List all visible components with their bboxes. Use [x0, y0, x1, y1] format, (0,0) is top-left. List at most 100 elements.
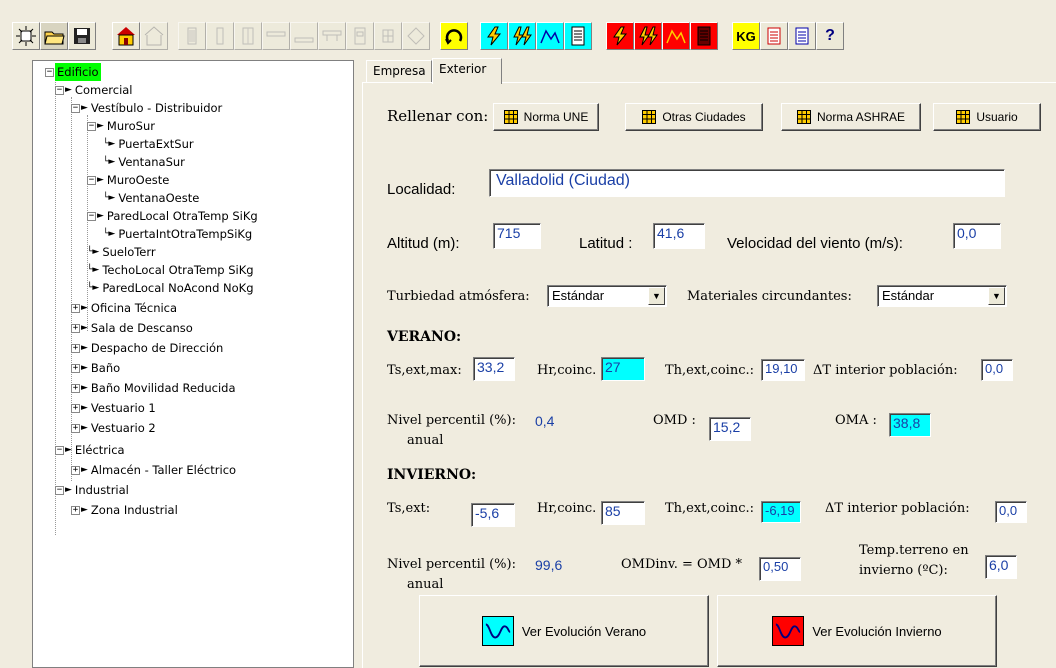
usuario-button[interactable]: Usuario	[933, 103, 1041, 131]
norma-une-button[interactable]: Norma UNE	[493, 103, 599, 131]
kg-icon[interactable]: KG	[732, 22, 760, 50]
wall-icon[interactable]	[178, 22, 206, 50]
location-field[interactable]: Valladolid (Ciudad)	[489, 169, 1005, 197]
tree-node[interactable]: └► ParedLocal NoAcond NoKg	[87, 279, 254, 297]
otras-ciudades-button[interactable]: Otras Ciudades	[625, 103, 763, 131]
ground-temp-label: Temp.terreno en	[859, 543, 969, 558]
winter-report-icon[interactable]	[690, 22, 718, 50]
tree-node[interactable]: + ► Vestuario 1	[71, 399, 156, 417]
tree-node[interactable]: − ► MuroOeste	[87, 171, 169, 189]
wind-label: Velocidad del viento (m/s):	[727, 235, 903, 252]
building-icon[interactable]	[112, 22, 140, 50]
norma-ashrae-button[interactable]: Norma ASHRAE	[781, 103, 921, 131]
tree-node[interactable]: − ► Industrial	[55, 481, 129, 499]
turbidity-select[interactable]: Estándar ▼	[547, 285, 667, 307]
tree-node[interactable]: − ► MuroSur	[87, 117, 155, 135]
summer-th-field[interactable]: 19,10	[761, 359, 805, 381]
winter-percentile-sub: anual	[407, 577, 444, 592]
summer-percentile-value: 0,4	[535, 413, 555, 429]
summer-load2-icon[interactable]	[508, 22, 536, 50]
winter-th-field[interactable]: -6,19	[761, 501, 801, 523]
chevron-down-icon[interactable]: ▼	[988, 287, 1005, 305]
summer-dt-label: ΔT interior población:	[813, 363, 958, 378]
summer-omd-field[interactable]: 15,2	[709, 417, 751, 441]
fill-label: Rellenar con:	[387, 107, 489, 125]
summer-oma-field[interactable]: 38,8	[889, 413, 931, 437]
summer-th-label: Th,ext,coinc.:	[665, 363, 754, 378]
summer-ts-field[interactable]: 33,2	[473, 357, 515, 381]
summer-hr-label: Hr,coinc.	[537, 363, 597, 378]
winter-ts-field[interactable]: -5,6	[471, 503, 515, 527]
winter-evolution-button[interactable]: Ver Evolución Invierno	[717, 595, 997, 667]
summer-percentile-sub: anual	[407, 433, 444, 448]
help-icon[interactable]: ?	[816, 22, 844, 50]
tree-node[interactable]: − ► Eléctrica	[55, 441, 125, 459]
refresh-icon[interactable]	[440, 22, 468, 50]
table-icon	[503, 110, 518, 124]
tree-node[interactable]: + ► Baño	[71, 359, 120, 377]
chevron-down-icon[interactable]: ▼	[648, 287, 665, 305]
tree-node[interactable]: + ► Sala de Descanso	[71, 319, 193, 337]
exterior-panel: Rellenar con: Norma UNE Otras Ciudades N…	[362, 82, 1056, 668]
winter-chart-icon[interactable]	[662, 22, 690, 50]
door-icon[interactable]	[318, 22, 346, 50]
tree-node[interactable]: + ► Despacho de Dirección	[71, 339, 223, 357]
ground-temp-field[interactable]: 6,0	[985, 555, 1017, 579]
altitude-field[interactable]: 715	[493, 223, 541, 249]
wall2-icon[interactable]	[206, 22, 234, 50]
wind-speed-field[interactable]: 0,0	[953, 223, 1001, 249]
tree-node[interactable]: + ► Zona Industrial	[71, 501, 178, 519]
tab-empresa[interactable]: Empresa	[366, 60, 432, 82]
winter-dt-field[interactable]: 0,0	[995, 501, 1027, 523]
tree-node[interactable]: − ► ParedLocal OtraTemp SiKg	[87, 207, 258, 225]
tree-node[interactable]: − ► Comercial	[55, 81, 133, 99]
summer-chart-icon[interactable]	[536, 22, 564, 50]
materials-select[interactable]: Estándar ▼	[877, 285, 1007, 307]
save-icon[interactable]	[68, 22, 96, 50]
tree-node[interactable]: − ► Vestíbulo - Distribuidor	[71, 99, 222, 117]
summer-hr-field[interactable]: 27	[601, 357, 645, 381]
winter-omd-field[interactable]: 0,50	[759, 557, 801, 581]
summer-report-icon[interactable]	[564, 22, 592, 50]
winter-hr-field[interactable]: 85	[601, 501, 645, 525]
winter-curve-icon	[772, 616, 805, 646]
summer-ts-label: Ts,ext,max:	[387, 363, 462, 378]
summer-oma-label: OMA :	[835, 413, 877, 428]
window2-icon[interactable]	[374, 22, 402, 50]
table-icon	[642, 110, 657, 124]
summer-dt-field[interactable]: 0,0	[981, 359, 1013, 381]
wall3-icon[interactable]	[234, 22, 262, 50]
floor-icon[interactable]	[290, 22, 318, 50]
winter-load2-icon[interactable]	[634, 22, 662, 50]
tree-node-root[interactable]: − Edificio	[45, 63, 101, 81]
new-project-icon[interactable]	[12, 22, 40, 50]
turbidity-label: Turbiedad atmósfera:	[387, 289, 530, 304]
open-folder-icon[interactable]	[40, 22, 68, 50]
tree-node[interactable]: + ► Baño Movilidad Reducida	[71, 379, 236, 397]
tree-node[interactable]: + ► Oficina Técnica	[71, 299, 177, 317]
tree-node[interactable]: └► TechoLocal OtraTemp SiKg	[87, 261, 254, 279]
location-label: Localidad:	[387, 181, 456, 198]
tree-node[interactable]: └► VentanaOeste	[103, 189, 199, 207]
winter-load-icon[interactable]	[606, 22, 634, 50]
summer-percentile-label: Nivel percentil (%):	[387, 413, 516, 428]
summer-load-icon[interactable]	[480, 22, 508, 50]
window-icon[interactable]	[346, 22, 374, 50]
summer-evolution-button[interactable]: Ver Evolución Verano	[419, 595, 709, 667]
building-tree[interactable]: − Edificio − ► Comercial − ► Vestíbulo - Dist…	[32, 60, 354, 668]
tree-node[interactable]: + ► Vestuario 2	[71, 419, 156, 437]
materials-label: Materiales circundantes:	[687, 289, 852, 304]
list2-icon[interactable]	[788, 22, 816, 50]
building-outline-icon[interactable]	[140, 22, 168, 50]
tree-node[interactable]: + ► Almacén - Taller Eléctrico	[71, 461, 236, 479]
winter-hr-label: Hr,coinc.	[537, 501, 597, 516]
roof-icon[interactable]	[262, 22, 290, 50]
tree-node[interactable]: └► PuertaExtSur	[103, 135, 194, 153]
tab-exterior[interactable]: Exterior	[432, 58, 502, 84]
tree-node[interactable]: └► SueloTerr	[87, 243, 156, 261]
latitude-field[interactable]: 41,6	[653, 223, 705, 249]
diamond-icon[interactable]	[402, 22, 430, 50]
tree-node[interactable]: └► VentanaSur	[103, 153, 185, 171]
list-icon[interactable]	[760, 22, 788, 50]
tree-node[interactable]: └► PuertaIntOtraTempSiKg	[103, 225, 252, 243]
